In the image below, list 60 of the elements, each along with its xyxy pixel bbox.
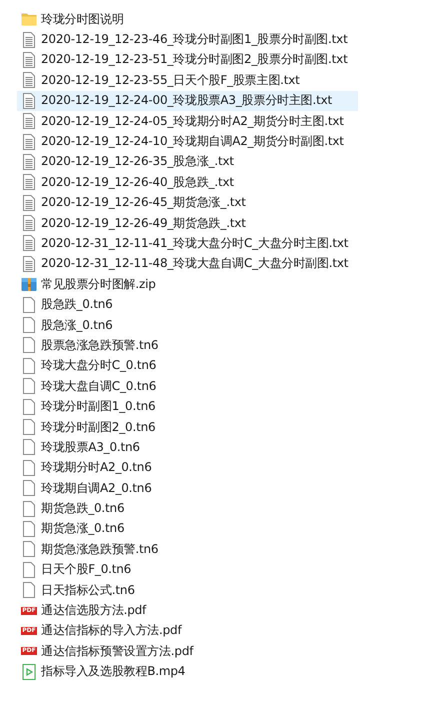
file-item[interactable]: 玲珑期分时A2_0.tn6 — [17, 458, 358, 478]
file-item[interactable]: 2020-12-19_12-24-00_玲珑股票A3_股票分时主图.txt — [17, 90, 358, 111]
file-item[interactable]: 玲珑分时副图1_0.tn6 — [17, 396, 358, 417]
file-icon — [22, 378, 36, 394]
file-item[interactable]: 常见股票分时图解.zip — [17, 274, 358, 294]
file-item[interactable]: 2020-12-19_12-26-45_期货急涨_.txt — [17, 192, 358, 213]
file-icon — [22, 398, 36, 415]
file-item[interactable]: 日天指标公式.tn6 — [17, 580, 358, 600]
archive-icon — [21, 276, 37, 292]
file-item[interactable]: 玲珑分时副图2_0.tn6 — [17, 416, 358, 438]
file-item[interactable]: 2020-12-31_12-11-48_玲珑大盘自调C_大盘分时副图.txt — [17, 254, 358, 274]
file-item[interactable]: 2020-12-19_12-24-10_玲珑期自调A2_期货分时副图.txt — [17, 131, 358, 152]
file-item[interactable]: 2020-12-19_12-26-49_期货急跌_.txt — [17, 212, 358, 234]
text-file-icon — [22, 194, 36, 211]
file-item[interactable]: 玲珑大盘分时C_0.tn6 — [17, 356, 358, 376]
file-item[interactable]: 期货急涨急跌预警.tn6 — [17, 539, 358, 560]
file-icon — [22, 460, 36, 476]
text-file-icon — [22, 92, 36, 109]
file-icon — [22, 439, 36, 456]
text-file-icon — [22, 52, 36, 68]
text-file-icon — [22, 215, 36, 232]
file-icon — [22, 500, 36, 517]
text-file-icon — [22, 235, 36, 252]
file-icon — [22, 520, 36, 537]
file-item[interactable]: 2020-12-19_12-26-35_股急涨_.txt — [17, 152, 358, 172]
file-icon — [22, 562, 36, 578]
file-item[interactable]: 2020-12-19_12-23-46_玲珑分时副图1_股票分时副图.txt — [17, 29, 358, 50]
file-item[interactable]: 股急涨_0.tn6 — [17, 314, 358, 336]
file-item[interactable]: 日天个股F_0.tn6 — [17, 560, 358, 580]
file-icon — [22, 541, 36, 558]
file-item[interactable]: 玲珑大盘自调C_0.tn6 — [17, 376, 358, 396]
file-icon — [22, 582, 36, 598]
folder-icon — [21, 11, 37, 28]
file-icon — [22, 480, 36, 496]
file-item[interactable]: 2020-12-31_12-11-41_玲珑大盘分时C_大盘分时主图.txt — [17, 233, 358, 254]
text-file-icon — [22, 72, 36, 88]
file-item[interactable]: 股票急涨急跌预警.tn6 — [17, 335, 358, 356]
text-file-icon — [22, 113, 36, 130]
text-file-icon — [22, 134, 36, 150]
file-item[interactable]: 股急跌_0.tn6 — [17, 294, 358, 315]
file-item[interactable]: 玲珑分时图说明 — [17, 9, 358, 30]
file-item[interactable]: 2020-12-19_12-23-55_日天个股F_股票主图.txt — [17, 70, 358, 91]
file-icon — [22, 358, 36, 374]
text-file-icon — [22, 154, 36, 170]
text-file-icon — [22, 256, 36, 272]
file-item[interactable]: 2020-12-19_12-26-40_股急跌_.txt — [17, 172, 358, 193]
file-item[interactable]: 2020-12-19_12-24-05_玲珑期分时A2_期货分时主图.txt — [17, 110, 358, 132]
file-icon — [22, 419, 36, 435]
text-file-icon — [22, 174, 36, 190]
file-icon — [22, 337, 36, 354]
file-icon — [22, 296, 36, 313]
file-item[interactable]: 指标导入及选股教程B.mp4 — [17, 662, 358, 682]
file-item[interactable]: 玲珑股票A3_0.tn6 — [17, 437, 358, 458]
file-item[interactable]: 2020-12-19_12-23-51_玲珑分时副图2_股票分时副图.txt — [17, 50, 358, 70]
file-item[interactable]: 期货急涨_0.tn6 — [17, 518, 358, 540]
file-icon — [22, 317, 36, 334]
file-item[interactable]: 玲珑期自调A2_0.tn6 — [17, 478, 358, 498]
text-file-icon — [22, 32, 36, 48]
file-item[interactable]: 期货急跌_0.tn6 — [17, 498, 358, 519]
video-file-icon — [22, 664, 36, 680]
